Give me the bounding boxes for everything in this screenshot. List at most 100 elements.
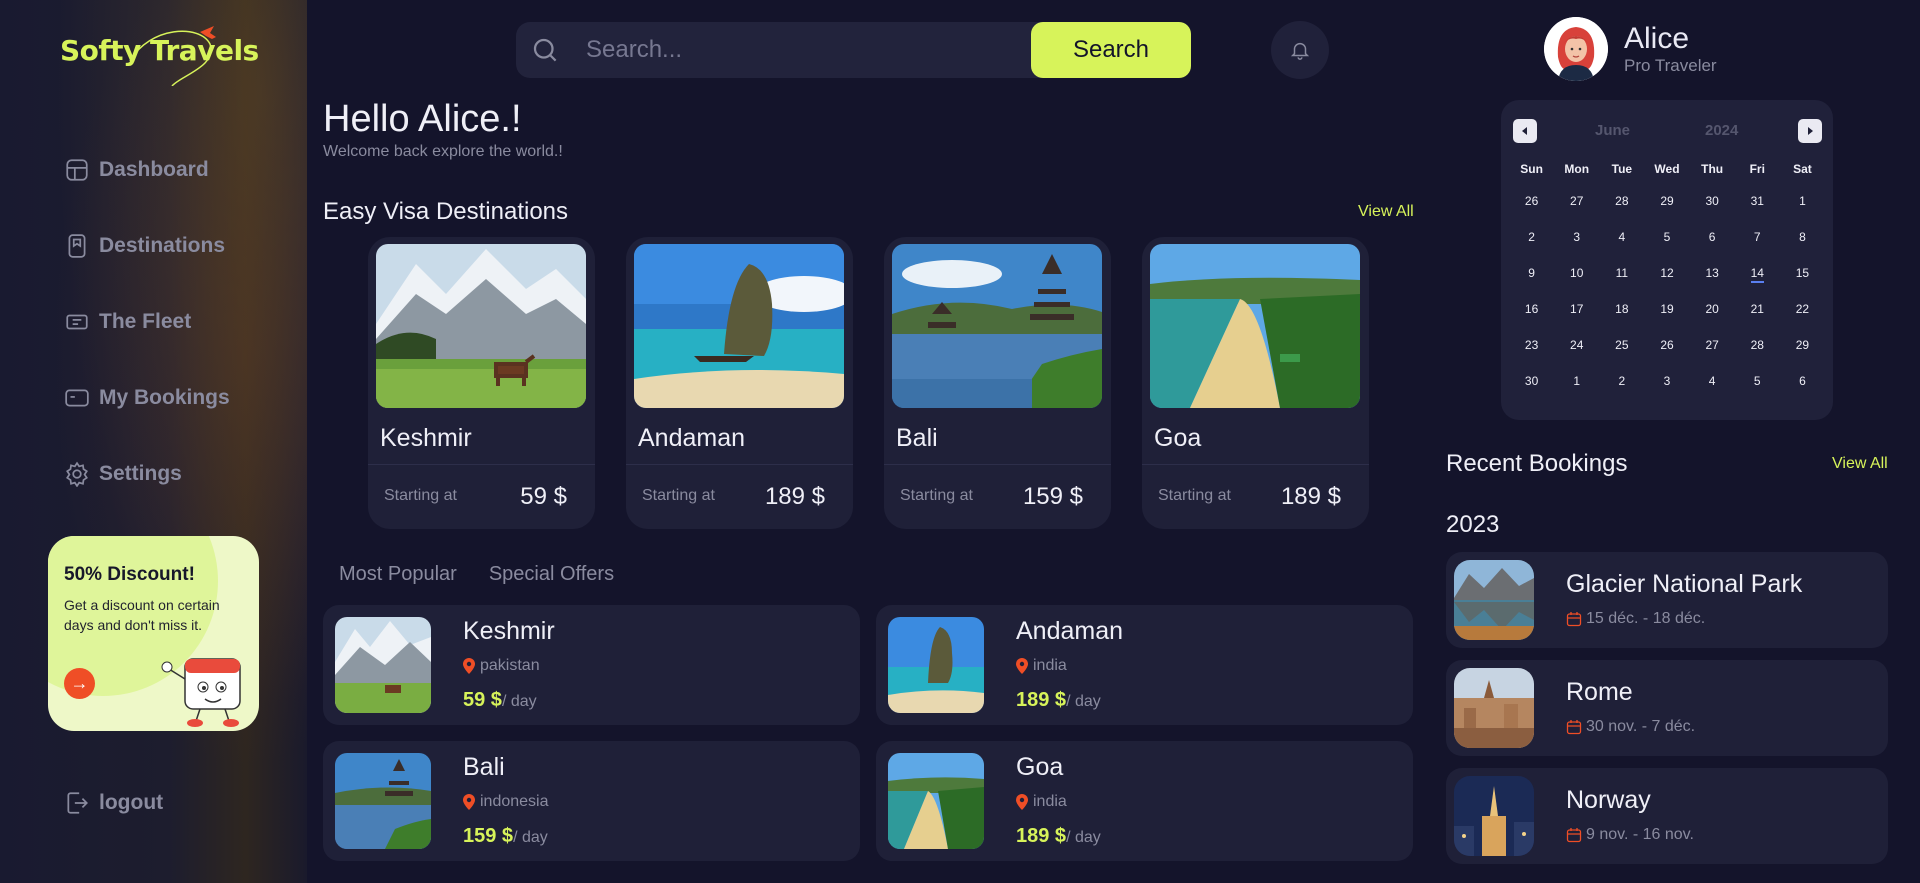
calendar-day[interactable]: 10 — [1554, 255, 1599, 291]
location-pin-icon — [1016, 658, 1028, 674]
calendar-day[interactable]: 28 — [1735, 327, 1780, 363]
calendar-day[interactable]: 9 — [1509, 255, 1554, 291]
sidebar-item-dashboard[interactable]: Dashboard — [64, 132, 230, 208]
notifications-button[interactable] — [1271, 21, 1329, 79]
weekday-label: Thu — [1701, 162, 1724, 176]
offer-price-unit: / day — [1066, 829, 1101, 846]
bookings-view-all-link[interactable]: View All — [1832, 455, 1888, 473]
calendar-day[interactable]: 26 — [1644, 327, 1689, 363]
sidebar-item-my-bookings[interactable]: My Bookings — [64, 360, 230, 436]
booking-dates-text: 30 nov. - 7 déc. — [1586, 718, 1696, 735]
offer-location-text: india — [1033, 793, 1067, 810]
calendar-widget: June 2024 Sun Mon Tue Wed Thu Fri Sat 26… — [1501, 100, 1833, 420]
calendar-next-button[interactable] — [1798, 119, 1822, 143]
user-profile[interactable]: Alice Pro Traveler — [1544, 17, 1717, 81]
booking-card-norway[interactable]: Norway 9 nov. - 16 nov. — [1446, 768, 1888, 864]
calendar-day-number: 8 — [1799, 230, 1806, 244]
calendar-day-number: 5 — [1663, 230, 1671, 244]
search-icon — [533, 38, 557, 62]
search-button[interactable]: Search — [1031, 22, 1191, 78]
tab-most-popular[interactable]: Most Popular — [339, 563, 457, 586]
offer-card-andaman[interactable]: Andaman india 189 $/ day — [876, 605, 1413, 725]
calendar-day[interactable]: 1 — [1554, 363, 1599, 399]
calendar-year[interactable]: 2024 — [1705, 122, 1738, 139]
calendar-day[interactable]: 27 — [1690, 327, 1735, 363]
calendar-day-number: 10 — [1570, 266, 1584, 280]
brand-logo[interactable]: Softy Travels — [60, 26, 260, 86]
gear-icon — [66, 461, 88, 487]
calendar-day[interactable]: 6 — [1690, 219, 1735, 255]
calendar-day[interactable]: 1 — [1780, 183, 1825, 219]
easy-visa-view-all-link[interactable]: View All — [1358, 203, 1414, 221]
calendar-day[interactable]: 17 — [1554, 291, 1599, 327]
calendar-day[interactable]: 26 — [1509, 183, 1554, 219]
calendar-day[interactable]: 2 — [1599, 363, 1644, 399]
calendar-day[interactable]: 4 — [1690, 363, 1735, 399]
temple-lake-photo — [335, 753, 431, 849]
calendar-day[interactable]: 16 — [1509, 291, 1554, 327]
calendar-day[interactable]: 2 — [1509, 219, 1554, 255]
destination-card-bali[interactable]: Bali Starting at 159 $ — [884, 237, 1111, 529]
destination-card-goa[interactable]: Goa Starting at 189 $ — [1142, 237, 1369, 529]
offer-price-value: 159 $ — [463, 825, 514, 847]
calendar-month[interactable]: June — [1595, 122, 1630, 139]
calendar-day[interactable]: 31 — [1735, 183, 1780, 219]
mountain-meadow-photo — [335, 617, 431, 713]
calendar-day[interactable]: 29 — [1644, 183, 1689, 219]
calendar-day[interactable]: 4 — [1599, 219, 1644, 255]
page-title: Hello Alice.! — [323, 98, 522, 140]
offer-card-keshmir[interactable]: Keshmir pakistan 59 $/ day — [323, 605, 860, 725]
calendar-day[interactable]: 5 — [1644, 219, 1689, 255]
calendar-prev-button[interactable] — [1513, 119, 1537, 143]
calendar-day-number: 27 — [1705, 338, 1719, 352]
calendar-day-number: 28 — [1615, 194, 1629, 208]
calendar-day[interactable]: 23 — [1509, 327, 1554, 363]
calendar-day[interactable]: 18 — [1599, 291, 1644, 327]
calendar-day[interactable]: 21 — [1735, 291, 1780, 327]
sidebar-item-settings[interactable]: Settings — [64, 436, 230, 512]
booking-card-rome[interactable]: Rome 30 nov. - 7 déc. — [1446, 660, 1888, 756]
offer-photo — [335, 617, 431, 713]
calendar-day[interactable]: 14 — [1735, 255, 1780, 291]
destination-name: Keshmir — [380, 424, 472, 452]
calendar-day[interactable]: 22 — [1780, 291, 1825, 327]
calendar-day[interactable]: 13 — [1690, 255, 1735, 291]
calendar-day[interactable]: 7 — [1735, 219, 1780, 255]
calendar-day[interactable]: 8 — [1780, 219, 1825, 255]
destination-card-andaman[interactable]: Andaman Starting at 189 $ — [626, 237, 853, 529]
booking-dates: 30 nov. - 7 déc. — [1566, 718, 1695, 736]
sidebar-nav: Dashboard Destinations The Fleet My Book… — [64, 132, 230, 512]
booking-name: Norway — [1566, 786, 1651, 814]
offer-card-bali[interactable]: Bali indonesia 159 $/ day — [323, 741, 860, 861]
destination-card-keshmir[interactable]: Keshmir Starting at 59 $ — [368, 237, 595, 529]
weekday-label: Mon — [1564, 162, 1590, 176]
calendar-day[interactable]: 28 — [1599, 183, 1644, 219]
calendar-day[interactable]: 15 — [1780, 255, 1825, 291]
booking-card-glacier[interactable]: Glacier National Park 15 déc. - 18 déc. — [1446, 552, 1888, 648]
calendar-day[interactable]: 27 — [1554, 183, 1599, 219]
calendar-day[interactable]: 25 — [1599, 327, 1644, 363]
calendar-day[interactable]: 19 — [1644, 291, 1689, 327]
search-input[interactable] — [586, 22, 1036, 78]
calendar-day[interactable]: 12 — [1644, 255, 1689, 291]
calendar-day[interactable]: 29 — [1780, 327, 1825, 363]
logout-button[interactable]: logout — [64, 790, 163, 816]
calendar-day[interactable]: 24 — [1554, 327, 1599, 363]
offer-card-goa[interactable]: Goa india 189 $/ day — [876, 741, 1413, 861]
promo-go-button[interactable]: → — [64, 668, 95, 699]
calendar-day[interactable]: 11 — [1599, 255, 1644, 291]
calendar-day[interactable]: 3 — [1554, 219, 1599, 255]
sidebar-item-fleet[interactable]: The Fleet — [64, 284, 230, 360]
calendar-day[interactable]: 20 — [1690, 291, 1735, 327]
calendar-day[interactable]: 6 — [1780, 363, 1825, 399]
weekday-label: Tue — [1611, 162, 1633, 176]
calendar-day[interactable]: 30 — [1690, 183, 1735, 219]
tab-special-offers[interactable]: Special Offers — [489, 563, 614, 586]
calendar-week: 23 24 25 26 27 28 29 — [1509, 327, 1825, 363]
calendar-day-number: 21 — [1750, 302, 1764, 316]
sidebar-item-destinations[interactable]: Destinations — [64, 208, 230, 284]
calendar-day[interactable]: 3 — [1644, 363, 1689, 399]
calendar-day[interactable]: 5 — [1735, 363, 1780, 399]
sidebar-item-label: Dashboard — [99, 158, 209, 181]
calendar-day[interactable]: 30 — [1509, 363, 1554, 399]
